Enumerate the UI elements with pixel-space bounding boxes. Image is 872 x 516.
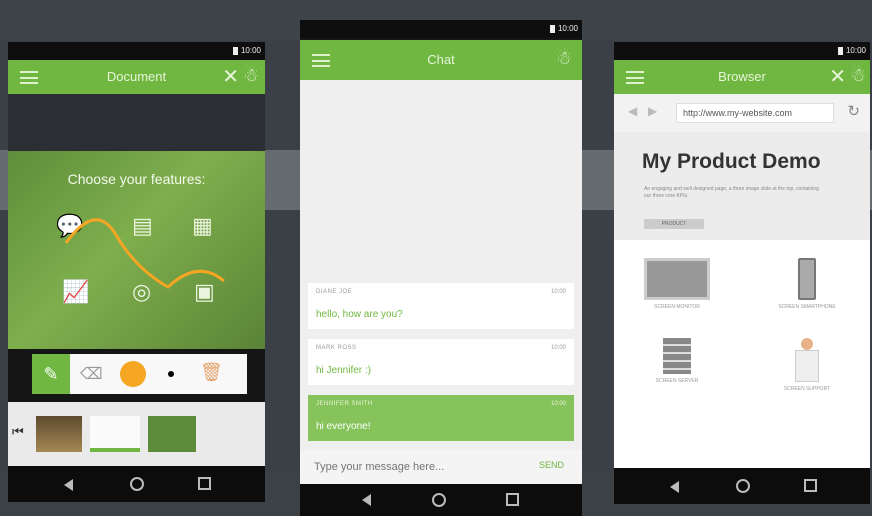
hero-section: My Product Demo An engaging and well des… [614,132,870,240]
refresh-icon[interactable]: ↻ [847,102,860,120]
status-time: 10:00 [845,46,866,55]
status-time: 10:00 [240,46,261,55]
sender-name: JENNIFER SMITH [316,401,373,407]
back-icon[interactable] [362,494,371,506]
eraser-icon[interactable]: ⌫ [80,364,103,384]
support-person-image [792,338,822,382]
message-time: 10:00 [550,289,566,295]
document-phone: 10:00 Document ✕ ☃ Choose your features:… [8,42,265,502]
brush-size-dot[interactable] [168,371,174,377]
back-icon[interactable] [670,481,679,493]
product-card[interactable]: SCREEN SMARTPHONE [772,258,842,310]
page-thumbnail[interactable] [148,416,196,452]
product-caption: SCREEN SUPPORT [783,386,831,392]
message-time: 10:00 [550,401,566,407]
chat-message: DIANE JOE 10:00 hello, how are you? [308,283,574,329]
back-icon[interactable] [64,479,73,491]
browser-phone: 10:00 Browser ✕ ☃ ◀ ▶ http://www.my-webs… [614,42,870,504]
product-card[interactable]: SCREEN SERVER [642,338,712,384]
back-arrow-icon[interactable]: ◀ [628,104,637,118]
recents-icon[interactable] [198,477,211,490]
product-caption: SCREEN MONITOR [654,304,700,310]
android-nav-bar [300,484,582,516]
pen-icon[interactable]: ✎ [32,354,70,394]
chat-message: MARK ROSS 10:00 hi Jennifer :) [308,339,574,385]
forward-arrow-icon[interactable]: ▶ [648,104,657,118]
android-nav-bar [8,466,265,502]
recents-icon[interactable] [506,493,519,506]
features-slide: Choose your features: 💬 ▤ ▦ 📈 ◎ ▣ [8,151,265,349]
home-icon[interactable] [432,493,446,507]
user-icon[interactable]: ☃ [556,48,572,69]
trash-icon[interactable]: 🗑 [200,362,223,383]
product-card[interactable]: SCREEN SUPPORT [772,338,842,392]
message-time: 10:00 [550,345,566,351]
product-caption: SCREEN SMARTPHONE [778,304,836,310]
hero-heading: My Product Demo [642,150,821,173]
color-swatch[interactable] [120,361,146,387]
status-bar: 10:00 [8,42,265,60]
server-image [663,338,691,374]
product-card[interactable]: SCREEN MONITOR [642,258,712,310]
android-nav-bar [614,468,870,504]
status-bar: 10:00 [300,20,582,38]
message-text: hello, how are you? [316,309,403,320]
send-button[interactable]: SEND [539,460,564,470]
app-bar: Browser ✕ ☃ [614,60,870,94]
cta-button[interactable]: PRODUCT [644,219,704,229]
message-input[interactable] [314,458,494,476]
message-text: hi Jennifer :) [316,365,372,376]
recents-icon[interactable] [804,479,817,492]
status-time: 10:00 [557,24,578,33]
page-thumbnail[interactable] [36,416,82,452]
annotation-stroke [64,218,225,289]
chat-phone: 10:00 Chat ☃ DIANE JOE 10:00 hello, how … [300,20,582,516]
page-thumbnail[interactable] [90,416,140,452]
chat-area: DIANE JOE 10:00 hello, how are you? MARK… [300,80,582,472]
page-title: Chat [427,52,455,67]
browser-viewport: ◀ ▶ http://www.my-website.com ↻ My Produ… [614,94,870,468]
url-field[interactable]: http://www.my-website.com [676,103,834,123]
url-bar: ◀ ▶ http://www.my-website.com ↻ [614,94,870,132]
sender-name: MARK ROSS [316,345,357,351]
smartphone-image [798,258,816,300]
first-page-icon[interactable]: ⏮ [12,424,24,440]
app-bar: Chat ☃ [300,40,582,80]
sender-name: DIANE JOE [316,289,353,295]
user-icon[interactable]: ☃ [850,65,866,86]
close-icon[interactable]: ✕ [222,64,239,89]
close-icon[interactable]: ✕ [829,64,846,89]
drawing-toolbar: ✎ ⌫ 🗑 [32,354,247,394]
compose-bar: SEND [300,450,582,484]
status-bar: 10:00 [614,42,870,60]
user-icon[interactable]: ☃ [243,65,259,86]
product-caption: SCREEN SERVER [655,378,699,384]
chat-message-own: JENNIFER SMITH 10:00 hi everyone! [308,395,574,441]
document-header [8,94,265,151]
monitor-image [644,258,710,300]
message-text: hi everyone! [316,421,371,432]
home-icon[interactable] [736,479,750,493]
app-bar: Document ✕ ☃ [8,60,265,94]
hero-blurb: An engaging and well designed page, a th… [644,186,819,199]
home-icon[interactable] [130,477,144,491]
page-filmstrip: ⏮ [8,402,265,466]
